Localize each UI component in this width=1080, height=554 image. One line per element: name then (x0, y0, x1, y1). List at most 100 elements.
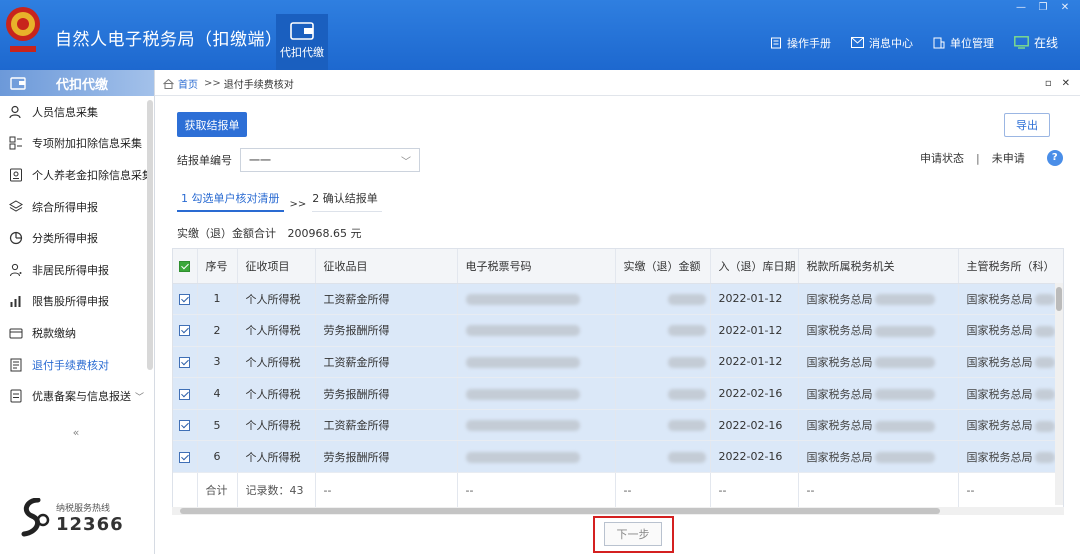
fetch-statement-button[interactable]: 获取结报单 (177, 112, 247, 137)
form-icon (10, 389, 22, 403)
sidebar-item-fee-refund-check[interactable]: 退付手续费核对 (0, 349, 154, 381)
sidebar-item-person-info[interactable]: 人员信息采集 (0, 96, 154, 128)
close-icon[interactable]: ✕ (1056, 2, 1074, 14)
sidebar-collapse-button[interactable]: « (66, 426, 86, 442)
sidebar-item-tax-payment[interactable]: 税款缴纳 (0, 317, 154, 349)
sidebar-item-preferential-filing[interactable]: 优惠备案与信息报送 ﹀ (0, 380, 154, 412)
breadcrumb-home[interactable]: 首页 (178, 76, 198, 91)
column-header: 征收项目 (237, 249, 316, 284)
table-row[interactable]: 4 个人所得税 劳务报酬所得 2022-02-16 国家税务总局 国家税务总局 (173, 377, 1063, 410)
unit-management-link[interactable]: 单位管理 (933, 35, 994, 51)
app-title: 自然人电子税务局（扣缴端） (55, 30, 283, 50)
step-2-tab[interactable]: 2 确认结报单 (312, 190, 382, 212)
next-step-button[interactable]: 下一步 (604, 522, 662, 546)
sidebar-scrollbar[interactable] (147, 100, 153, 370)
footer-dash: -- (958, 472, 1063, 509)
ticket-number-redacted (457, 283, 616, 316)
table-row[interactable]: 5 个人所得税 工资薪金所得 2022-02-16 国家税务总局 国家税务总局 (173, 409, 1063, 442)
column-header: 入（退）库日期 (710, 249, 799, 284)
person-outline-icon (10, 263, 22, 276)
app-header: 自然人电子税务局（扣缴端） 代扣代缴 — ❐ ✕ 操作手册 消息中心 单位管理 … (0, 0, 1080, 70)
row-number: 1 (197, 283, 238, 316)
step-indicator: 1 勾选单户核对清册 >> 2 确认结报单 (177, 190, 382, 212)
sidebar-item-pension-deduction[interactable]: 个人养老金扣除信息采集 (0, 159, 154, 191)
panel-restore-icon[interactable]: ▫ (1045, 78, 1052, 89)
chevron-down-icon[interactable]: ﹀ (135, 390, 144, 403)
step-1-tab[interactable]: 1 勾选单户核对清册 (177, 190, 284, 212)
tax-office: 国家税务总局 (798, 377, 959, 410)
application-status-value: 未申请 (991, 152, 1025, 165)
export-button[interactable]: 导出 (1004, 113, 1050, 137)
person-icon (9, 105, 21, 118)
wallet-icon (290, 22, 314, 40)
monitor-icon (1014, 36, 1029, 49)
sidebar-item-restricted-shares[interactable]: 限售股所得申报 (0, 286, 154, 318)
refund-check-table: 序号 征收项目 征收品目 电子税票号码 实缴（退）金额 入（退）库日期 税款所属… (172, 248, 1064, 510)
sidebar-item-comprehensive-income[interactable]: 综合所得申报 (0, 191, 154, 223)
minimize-icon[interactable]: — (1012, 2, 1030, 14)
hotline-caption: 纳税服务热线 (56, 504, 111, 514)
tax-office: 国家税务总局 (798, 283, 959, 316)
hotline: 纳税服务热线 12366 (18, 498, 124, 538)
bar-chart-icon (10, 296, 21, 308)
message-center-link[interactable]: 消息中心 (850, 35, 913, 51)
collection-project: 个人所得税 (237, 314, 316, 347)
competent-bureau: 国家税务总局 (958, 314, 1063, 347)
row-checkbox[interactable] (173, 346, 198, 379)
amount-redacted (615, 409, 711, 442)
table-horizontal-scrollbar[interactable] (172, 507, 1064, 515)
sidebar-item-special-deduction[interactable]: 专项附加扣除信息采集 (0, 128, 154, 160)
document-icon (10, 358, 22, 372)
collection-project: 个人所得税 (237, 409, 316, 442)
home-icon[interactable] (163, 78, 174, 89)
sidebar-item-classified-income[interactable]: 分类所得申报 (0, 222, 154, 254)
ticket-number-redacted (457, 314, 616, 347)
help-icon[interactable]: ? (1046, 150, 1063, 166)
amount-redacted (615, 377, 711, 410)
sidebar-header: 代扣代缴 (0, 70, 154, 96)
row-checkbox[interactable] (173, 283, 198, 316)
total-amount-label: 实缴（退）金额合计 (177, 227, 276, 240)
wallet-icon (9, 328, 23, 339)
footer-total-label: 合计 (197, 472, 238, 509)
collection-item: 劳务报酬所得 (315, 314, 458, 347)
restore-icon[interactable]: ❐ (1034, 2, 1052, 14)
table-row[interactable]: 1 个人所得税 工资薪金所得 2022-01-12 国家税务总局 国家税务总局 (173, 283, 1063, 316)
grid-icon (9, 136, 22, 150)
amount-redacted (615, 283, 711, 316)
select-all-checkbox[interactable] (173, 249, 198, 284)
statement-number-select[interactable]: 一一 ﹀ (240, 148, 420, 172)
breadcrumb-separator: >> (204, 78, 221, 89)
collection-item: 工资薪金所得 (315, 346, 458, 379)
column-header: 序号 (197, 249, 238, 284)
tax-office: 国家税务总局 (798, 346, 959, 379)
row-number: 6 (197, 440, 238, 474)
row-checkbox[interactable] (173, 314, 198, 347)
table-vertical-scrollbar[interactable] (1055, 283, 1063, 505)
table-row[interactable]: 6 个人所得税 劳务报酬所得 2022-02-16 国家税务总局 国家税务总局 (173, 440, 1063, 474)
total-amount: 实缴（退）金额合计 200968.65 元 (177, 225, 361, 241)
breadcrumb: 首页 >> 退付手续费核对 ▫ ✕ (155, 72, 1080, 96)
competent-bureau: 国家税务总局 (958, 283, 1063, 316)
online-status[interactable]: 在线 (1014, 34, 1058, 51)
collection-project: 个人所得税 (237, 283, 316, 316)
competent-bureau: 国家税务总局 (958, 440, 1063, 474)
sidebar-item-nonresident-income[interactable]: 非居民所得申报 (0, 254, 154, 286)
table-row[interactable]: 2 个人所得税 劳务报酬所得 2022-01-12 国家税务总局 国家税务总局 (173, 314, 1063, 347)
row-checkbox[interactable] (173, 409, 198, 442)
footer-dash: -- (798, 472, 959, 509)
tax-office: 国家税务总局 (798, 440, 959, 474)
application-status-label: 申请状态 (920, 152, 964, 165)
storage-date: 2022-02-16 (710, 377, 799, 410)
row-checkbox[interactable] (173, 440, 198, 474)
status-divider: | (976, 151, 980, 165)
panel-close-icon[interactable]: ✕ (1062, 78, 1070, 89)
row-checkbox[interactable] (173, 377, 198, 410)
module-tab-daikou[interactable]: 代扣代缴 (276, 14, 328, 70)
footer-dash: -- (315, 472, 458, 509)
table-row[interactable]: 3 个人所得税 工资薪金所得 2022-01-12 国家税务总局 国家税务总局 (173, 346, 1063, 379)
manual-link[interactable]: 操作手册 (770, 35, 831, 51)
column-header: 电子税票号码 (457, 249, 616, 284)
footer-record-count: 记录数：43 (237, 472, 316, 509)
row-number: 4 (197, 377, 238, 410)
